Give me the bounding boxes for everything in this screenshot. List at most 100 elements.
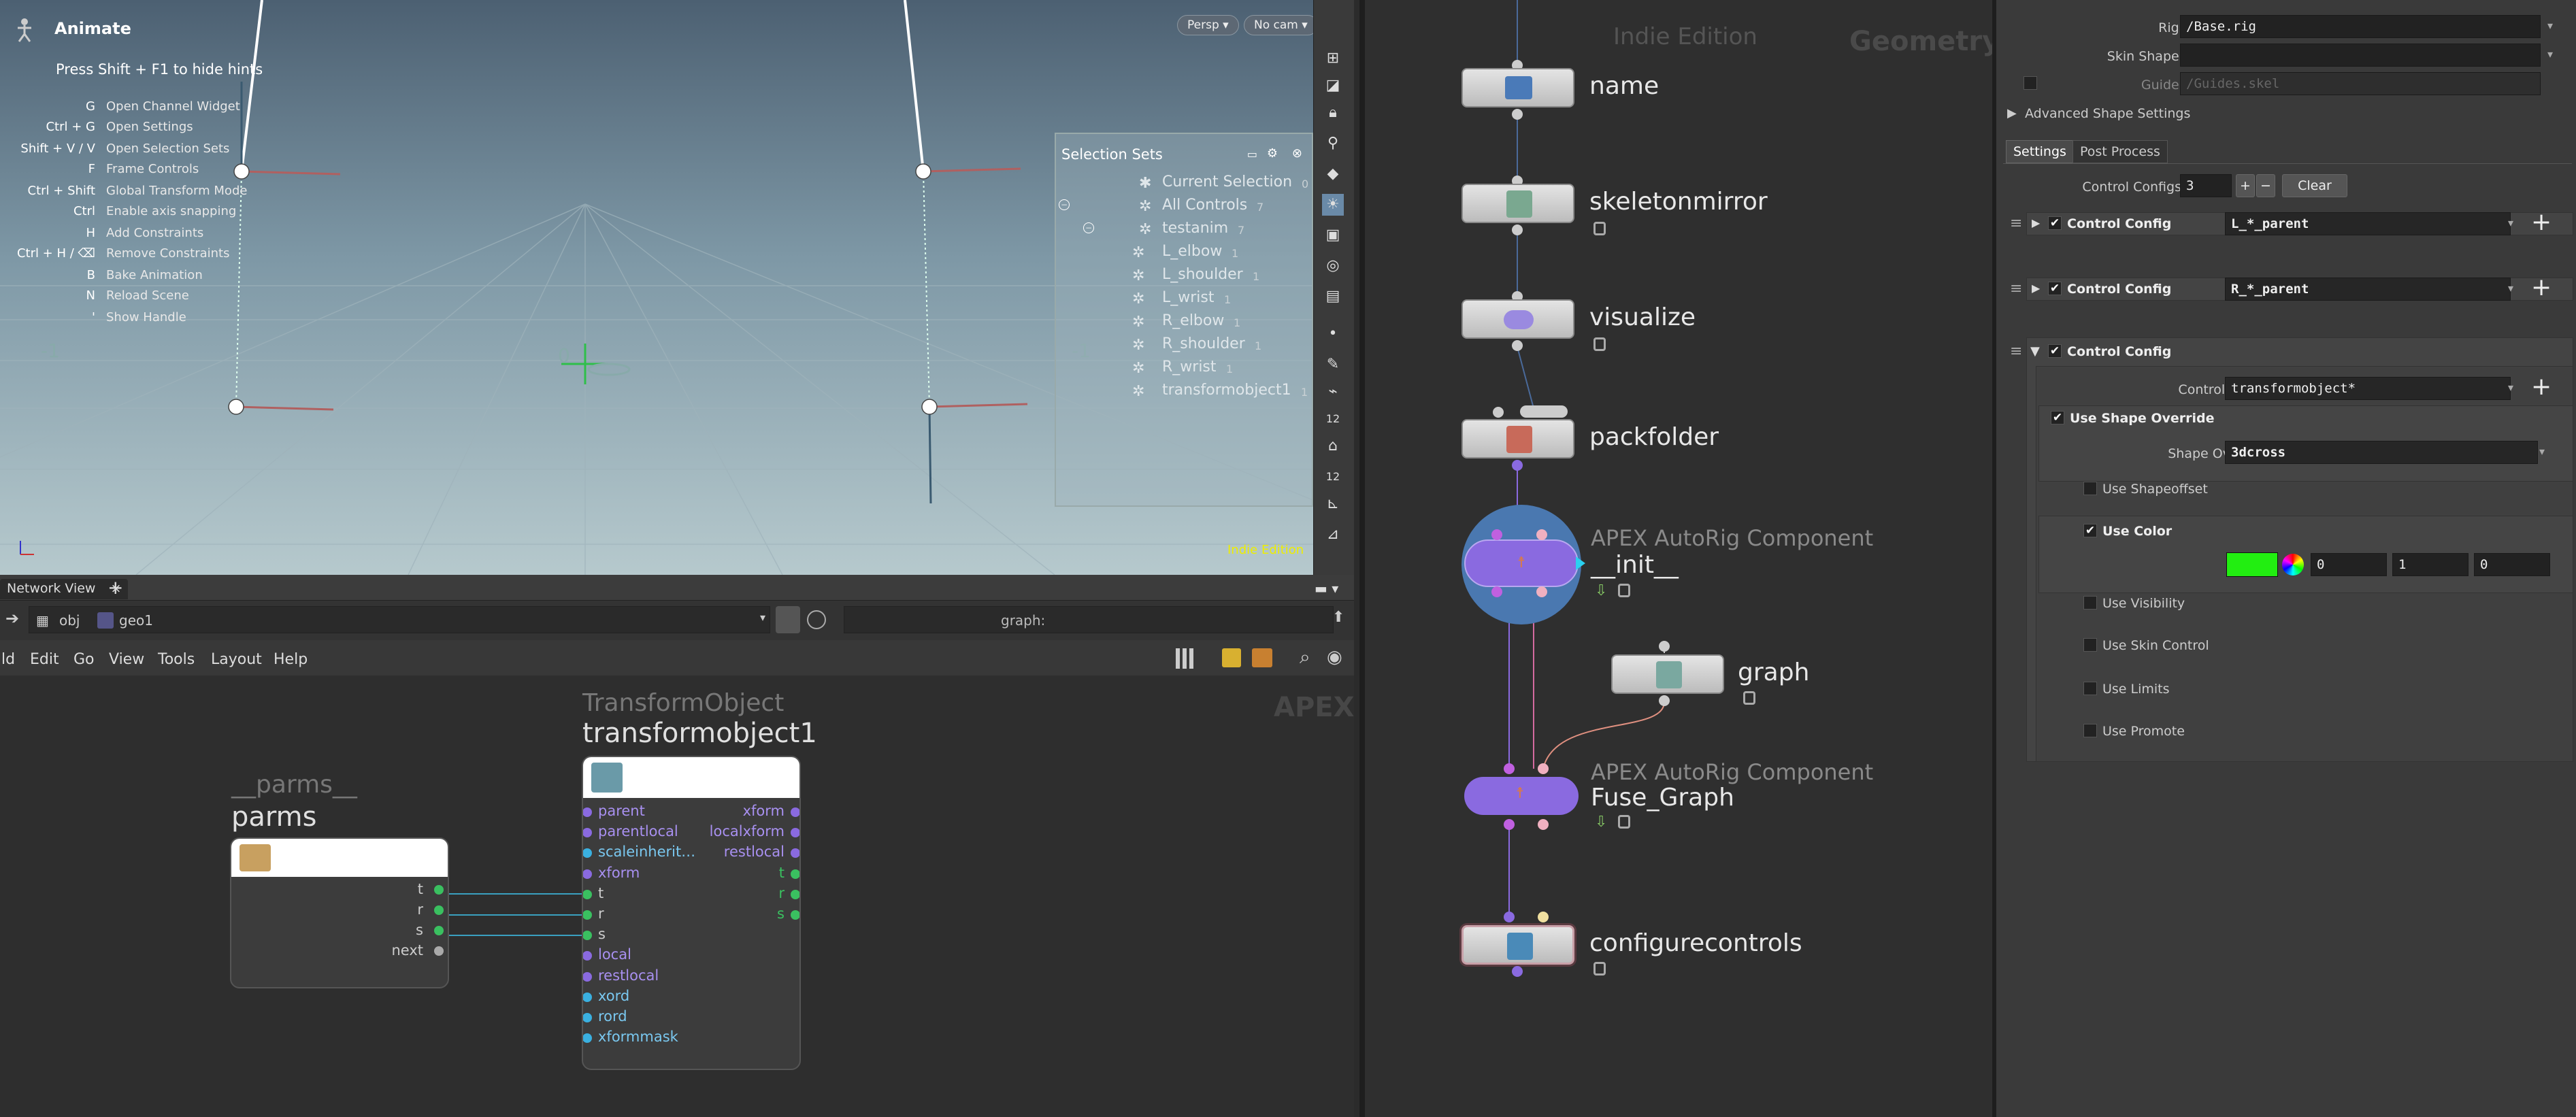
rig-source-dropdown-icon[interactable]: ▾ — [2547, 19, 2553, 32]
selection-set-item[interactable]: ✲ R_shoulder 1 — [1056, 335, 1312, 356]
init-lock-icon[interactable] — [1618, 584, 1630, 597]
color-swatch[interactable] — [2226, 552, 2278, 577]
shape-override-dropdown-icon[interactable]: ▾ — [2539, 445, 2545, 458]
collapse-icon[interactable]: − — [1059, 199, 1070, 210]
point-icon[interactable]: • — [1322, 323, 1344, 345]
network-editor[interactable]: APEX __parms__ parms t r s next TransformOb… — [0, 676, 1354, 1117]
node-skeletonmirror[interactable] — [1462, 184, 1574, 223]
config-expand-icon[interactable]: ▶ — [2032, 282, 2040, 295]
node-configurecontrols[interactable] — [1462, 925, 1574, 965]
packfolder-input-dot-1[interactable] — [1493, 407, 1504, 418]
visualize-output-dot[interactable] — [1512, 340, 1523, 351]
fuse-lock-icon[interactable] — [1618, 815, 1630, 829]
config-group-field[interactable]: R_*_parent — [2225, 278, 2511, 301]
menu-layout[interactable]: Layout — [211, 651, 262, 668]
graph-output-dot[interactable] — [1659, 695, 1670, 706]
menu-tools[interactable]: Tools — [158, 651, 195, 668]
config3-drag-handle-icon[interactable]: ≡ — [2010, 343, 2022, 360]
sticky-note-icon[interactable] — [1222, 648, 1241, 667]
selection-set-item[interactable]: ✲ R_elbow 1 — [1056, 312, 1312, 333]
init-input-dot-1[interactable] — [1491, 529, 1502, 540]
fuse-input-dot-1[interactable] — [1504, 763, 1515, 774]
graph-field[interactable]: graph: — [844, 606, 1334, 633]
advanced-shape-settings[interactable]: Advanced Shape Settings — [2025, 106, 2190, 121]
config3-collapse-icon[interactable]: ▼ — [2030, 344, 2040, 359]
color-wheel-icon[interactable] — [2282, 554, 2304, 576]
use-limits-checkbox[interactable] — [2083, 682, 2097, 695]
up-arrow-icon[interactable]: ⬆ — [1332, 609, 1344, 626]
visualize-lock-icon[interactable] — [1594, 337, 1606, 351]
light-icon[interactable]: ☀ — [1322, 194, 1344, 216]
control-group-add-icon[interactable]: + — [2531, 373, 2552, 401]
add-tab-icon[interactable]: + — [108, 576, 123, 599]
config-dropdown-icon[interactable]: ▾ — [2508, 216, 2513, 229]
selection-set-item[interactable]: ✱ Current Selection 0 — [1056, 173, 1312, 194]
graph-lock-icon[interactable] — [1743, 691, 1755, 705]
init-display-flag[interactable] — [1576, 556, 1585, 570]
configurecontrols-input-dot-2[interactable] — [1538, 912, 1549, 922]
configurecontrols-input-dot-1[interactable] — [1504, 912, 1515, 922]
control-group-dropdown-icon[interactable]: ▾ — [2508, 381, 2513, 394]
init-output-dot-1[interactable] — [1491, 586, 1502, 597]
selection-set-item[interactable]: ✲ R_wrist 1 — [1056, 359, 1312, 379]
node-init[interactable]: ☨ — [1464, 539, 1579, 587]
clear-button[interactable]: Clear — [2282, 174, 2347, 197]
selection-set-item[interactable]: − ✲ All Controls 7 — [1056, 197, 1312, 217]
fuse-bypass-icon[interactable]: ⇩ — [1595, 814, 1607, 831]
node-name[interactable] — [1462, 68, 1574, 107]
menu-ld[interactable]: ld — [1, 651, 15, 668]
skeletonmirror-lock-icon[interactable] — [1594, 222, 1606, 235]
config-drag-handle-icon[interactable]: ≡ — [2010, 215, 2022, 232]
add-config-button[interactable]: + — [2236, 174, 2255, 197]
eyedropper-icon[interactable]: ⌁ — [1322, 381, 1344, 403]
graph-input-dot[interactable] — [1659, 641, 1670, 652]
forward-arrow-icon[interactable]: ➔ — [5, 609, 19, 628]
pane-menu-icon[interactable]: ▬ ▾ — [1315, 580, 1338, 597]
geometry-network[interactable]: Indie Edition Geometry name skeletonmirr… — [1359, 0, 1992, 1117]
panel-close-icon[interactable]: ⊗ — [1292, 146, 1302, 161]
config-dropdown-icon[interactable]: ▾ — [2508, 282, 2513, 295]
fuse-output-dot-2[interactable] — [1538, 819, 1549, 830]
brush-icon[interactable]: ✎ — [1322, 354, 1344, 376]
backface-icon[interactable]: ⊿ — [1322, 524, 1344, 546]
use-skin-control-checkbox[interactable] — [2083, 638, 2097, 652]
persp-menu-button[interactable]: Persp ▾ — [1177, 15, 1239, 35]
selection-set-item[interactable]: ✲ L_wrist 1 — [1056, 289, 1312, 310]
node-fuse-graph[interactable]: ☨ — [1464, 777, 1579, 815]
color-g-field[interactable]: 1 — [2392, 553, 2468, 576]
edge-icon[interactable]: ⌂ — [1322, 435, 1344, 457]
display-options-icon[interactable]: ⊞ — [1322, 48, 1344, 69]
skeletonmirror-output-dot[interactable] — [1512, 224, 1523, 235]
tab-post-process[interactable]: Post Process — [2073, 140, 2168, 163]
use-visibility-checkbox[interactable] — [2083, 596, 2097, 610]
menu-go[interactable]: Go — [73, 651, 95, 668]
path-segment-obj[interactable]: obj — [59, 612, 80, 629]
scene-viewport[interactable]: 0 -1 -1 Animate Press Shift + F1 to hide… — [0, 0, 1354, 575]
init-output-dot-2[interactable] — [1536, 586, 1547, 597]
config-add-icon[interactable]: + — [2531, 273, 2552, 301]
prim-number-icon[interactable]: 12 — [1322, 466, 1344, 488]
camera-icon[interactable]: ◎ — [1322, 255, 1344, 277]
packfolder-output-dot[interactable] — [1512, 460, 1523, 471]
shape-override-field[interactable]: 3dcross — [2225, 441, 2538, 464]
panel-menu-icon[interactable]: ▭ — [1247, 148, 1257, 161]
config-drag-handle-icon[interactable]: ≡ — [2010, 280, 2022, 297]
selection-set-item[interactable]: ✲ transformobject1 1 — [1056, 382, 1312, 402]
selection-set-item[interactable]: ✲ L_elbow 1 — [1056, 243, 1312, 263]
path-dropdown-icon[interactable]: ▾ — [760, 611, 765, 624]
menu-view[interactable]: View — [109, 651, 144, 668]
configurecontrols-output-dot[interactable] — [1512, 966, 1523, 977]
config-add-icon[interactable]: + — [2531, 208, 2552, 236]
guide-source-field[interactable]: /Guides.skel — [2180, 72, 2541, 95]
use-promote-checkbox[interactable] — [2083, 724, 2097, 737]
fuse-output-dot-1[interactable] — [1504, 819, 1515, 830]
panel-settings-icon[interactable]: ⚙ — [1267, 146, 1278, 161]
vertex-number-icon[interactable]: 12 — [1322, 408, 1344, 430]
config-enable-checkbox[interactable]: ✔ — [2048, 216, 2062, 230]
name-output-dot[interactable] — [1512, 109, 1523, 120]
config-group-field[interactable]: L_*_parent — [2225, 212, 2511, 235]
remove-config-button[interactable]: − — [2256, 174, 2275, 197]
node-graph[interactable] — [1611, 654, 1724, 694]
tab-settings[interactable]: Settings — [2006, 140, 2074, 163]
advanced-chevron-icon[interactable]: ▶ — [2007, 106, 2017, 120]
